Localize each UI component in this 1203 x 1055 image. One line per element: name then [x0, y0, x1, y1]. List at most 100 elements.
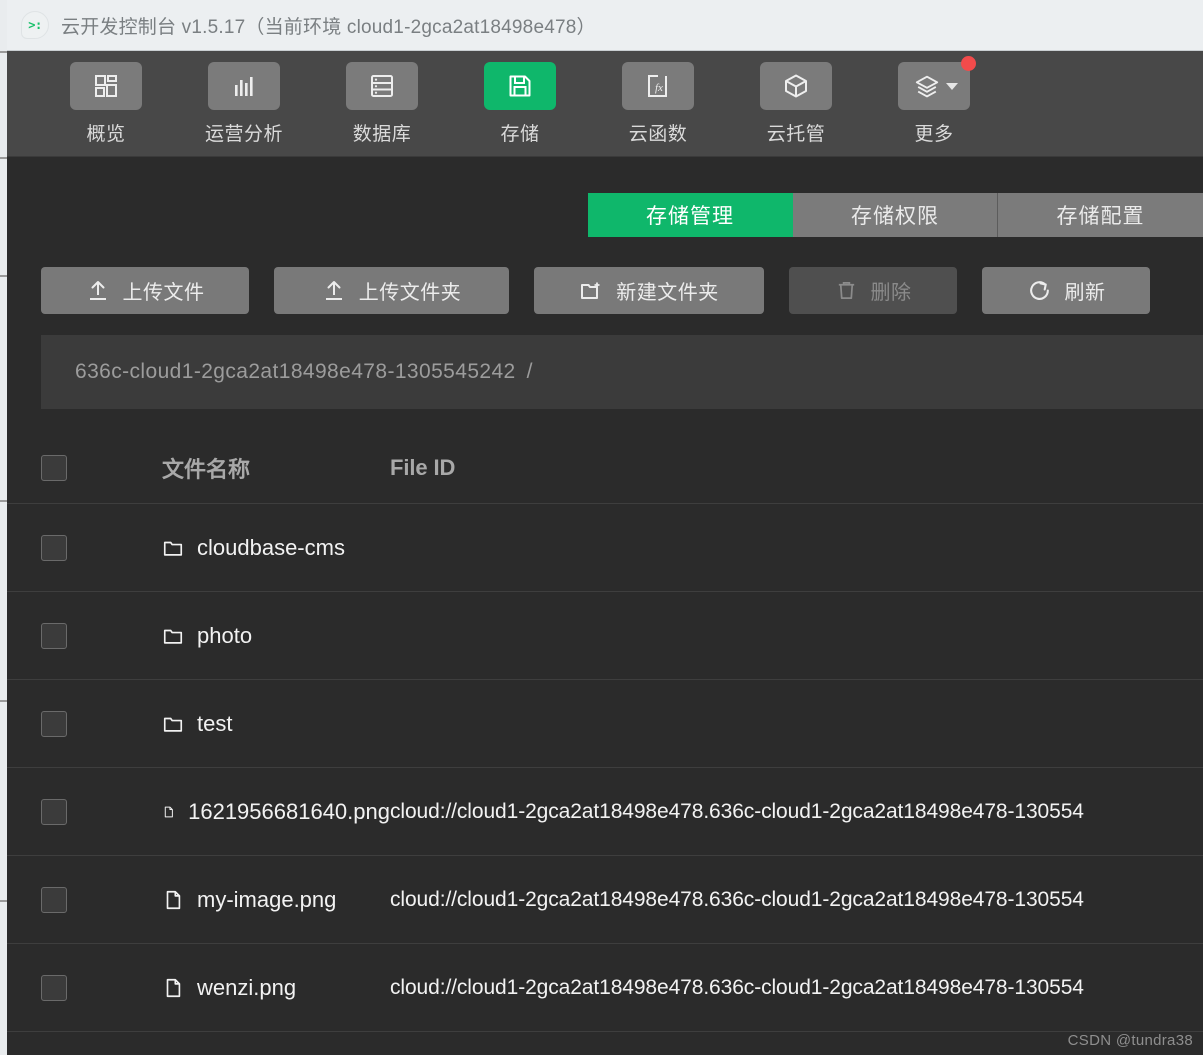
delete-button[interactable]: 删除 — [789, 267, 957, 314]
column-header-file-id: File ID — [390, 454, 456, 480]
window-title: 云开发控制台 v1.5.17（当前环境 cloud1-2gca2at18498e… — [61, 16, 596, 38]
nav-tile-database[interactable] — [346, 62, 418, 110]
file-icon — [164, 806, 173, 817]
row-file-id: cloud://cloud1-2gca2at18498e478.636c-clo… — [390, 887, 1084, 911]
folder-icon — [163, 541, 183, 556]
new-folder-icon — [581, 282, 600, 299]
nav-item-analytics[interactable]: 运营分析 — [175, 62, 313, 146]
upload-file-label: 上传文件 — [122, 282, 205, 304]
window-left-edge — [0, 0, 7, 1055]
row-checkbox[interactable] — [41, 798, 67, 825]
row-checkbox[interactable] — [41, 974, 67, 1001]
title-bar: >: 云开发控制台 v1.5.17（当前环境 cloud1-2gca2at184… — [7, 0, 1203, 51]
nav-label-overview: 概览 — [86, 124, 126, 145]
trash-icon — [838, 281, 854, 300]
row-file-id: cloud://cloud1-2gca2at18498e478.636c-clo… — [390, 799, 1084, 823]
tab-storage-management[interactable]: 存储管理 — [588, 193, 793, 237]
row-name-cell[interactable]: wenzi.png — [67, 975, 390, 1001]
notification-badge — [961, 56, 976, 71]
tab-storage-config[interactable]: 存储配置 — [998, 193, 1203, 237]
database-icon — [371, 75, 393, 97]
cube-icon — [785, 74, 807, 98]
nav-item-overview[interactable]: 概览 — [37, 62, 175, 146]
nav-tile-hosting[interactable] — [760, 62, 832, 110]
row-checkbox[interactable] — [41, 710, 67, 737]
nav-label-hosting: 云托管 — [766, 124, 826, 145]
breadcrumb: 636c-cloud1-2gca2at18498e478-1305545242 … — [41, 335, 1203, 409]
file-icon — [166, 890, 181, 909]
nav-item-storage[interactable]: 存储 — [451, 62, 589, 146]
breadcrumb-separator: / — [526, 360, 533, 383]
folder-icon — [163, 629, 183, 644]
row-name-cell[interactable]: my-image.png — [67, 887, 390, 913]
row-name-label: test — [197, 710, 233, 736]
row-name-cell[interactable]: cloudbase-cms — [67, 535, 390, 561]
upload-folder-button[interactable]: 上传文件夹 — [274, 267, 509, 314]
table-row[interactable]: test — [7, 680, 1203, 768]
bar-chart-icon — [235, 77, 253, 96]
breadcrumb-bucket[interactable]: 636c-cloud1-2gca2at18498e478-1305545242 — [75, 360, 516, 384]
row-name-label: my-image.png — [197, 886, 337, 912]
nav-tile-analytics[interactable] — [208, 62, 280, 110]
row-checkbox[interactable] — [41, 534, 67, 561]
fx-icon: fx — [648, 75, 667, 97]
row-name-label: wenzi.png — [197, 974, 297, 1000]
content-area: 存储管理 存储权限 存储配置 上传文件 上传文件夹 新建文件夹 删除 刷新 63… — [7, 157, 1203, 1055]
file-table: 文件名称 File ID cloudbase-cms photo test 16… — [7, 432, 1203, 1032]
table-header-row: 文件名称 File ID — [7, 432, 1203, 504]
new-folder-label: 新建文件夹 — [616, 282, 719, 304]
column-header-name: 文件名称 — [162, 456, 251, 482]
row-name-label: photo — [197, 622, 253, 648]
table-row[interactable]: 1621956681640.png cloud://cloud1-2gca2at… — [7, 768, 1203, 856]
select-all-checkbox[interactable] — [41, 454, 67, 481]
file-toolbar: 上传文件 上传文件夹 新建文件夹 删除 刷新 — [41, 267, 1150, 314]
table-row[interactable]: cloudbase-cms — [7, 504, 1203, 592]
nav-tile-overview[interactable] — [70, 62, 142, 110]
main-navigation: 概览 运营分析 数据库 存储 fx 云函数 云托管 更多 — [7, 51, 1203, 157]
app-logo-icon: >: — [21, 11, 49, 39]
row-file-id: cloud://cloud1-2gca2at18498e478.636c-clo… — [390, 975, 1084, 999]
row-name-cell[interactable]: test — [67, 711, 390, 737]
grid-icon — [95, 75, 117, 97]
row-name-label: cloudbase-cms — [197, 534, 345, 560]
tab-storage-permissions[interactable]: 存储权限 — [793, 193, 998, 237]
storage-tabs: 存储管理 存储权限 存储配置 — [588, 193, 1203, 237]
refresh-icon — [1029, 281, 1049, 300]
watermark: CSDN @tundra38 — [1067, 1032, 1193, 1049]
nav-item-hosting[interactable]: 云托管 — [727, 62, 865, 146]
app-window: >: 云开发控制台 v1.5.17（当前环境 cloud1-2gca2at184… — [0, 0, 1203, 1055]
nav-label-functions: 云函数 — [628, 124, 688, 145]
nav-tile-storage[interactable] — [484, 62, 556, 110]
nav-label-storage: 存储 — [500, 124, 540, 145]
nav-item-database[interactable]: 数据库 — [313, 62, 451, 146]
upload-folder-label: 上传文件夹 — [358, 282, 462, 304]
upload-icon — [325, 280, 342, 300]
refresh-button[interactable]: 刷新 — [982, 267, 1150, 314]
nav-tile-functions[interactable]: fx — [622, 62, 694, 110]
folder-icon — [163, 717, 183, 732]
new-folder-button[interactable]: 新建文件夹 — [534, 267, 764, 314]
table-row[interactable]: wenzi.png cloud://cloud1-2gca2at18498e47… — [7, 944, 1203, 1032]
nav-tile-more[interactable] — [898, 56, 976, 110]
nav-item-more[interactable]: 更多 — [865, 56, 1003, 146]
app-logo-glyph: >: — [28, 18, 42, 32]
nav-item-functions[interactable]: fx 云函数 — [589, 62, 727, 146]
row-checkbox[interactable] — [41, 886, 67, 913]
row-checkbox[interactable] — [41, 622, 67, 649]
upload-file-button[interactable]: 上传文件 — [41, 267, 249, 314]
table-row[interactable]: photo — [7, 592, 1203, 680]
nav-label-more: 更多 — [914, 124, 954, 145]
file-icon — [166, 978, 181, 997]
save-disk-icon — [509, 75, 531, 97]
layers-icon — [915, 75, 939, 98]
delete-label: 删除 — [870, 282, 912, 304]
chevron-down-icon — [946, 83, 958, 90]
row-name-cell[interactable]: photo — [67, 623, 390, 649]
row-name-label: 1621956681640.png — [188, 798, 390, 824]
row-name-cell[interactable]: 1621956681640.png — [67, 799, 390, 825]
upload-icon — [89, 280, 106, 300]
nav-label-database: 数据库 — [352, 124, 412, 145]
svg-text:fx: fx — [655, 82, 663, 94]
refresh-label: 刷新 — [1064, 282, 1106, 304]
table-row[interactable]: my-image.png cloud://cloud1-2gca2at18498… — [7, 856, 1203, 944]
